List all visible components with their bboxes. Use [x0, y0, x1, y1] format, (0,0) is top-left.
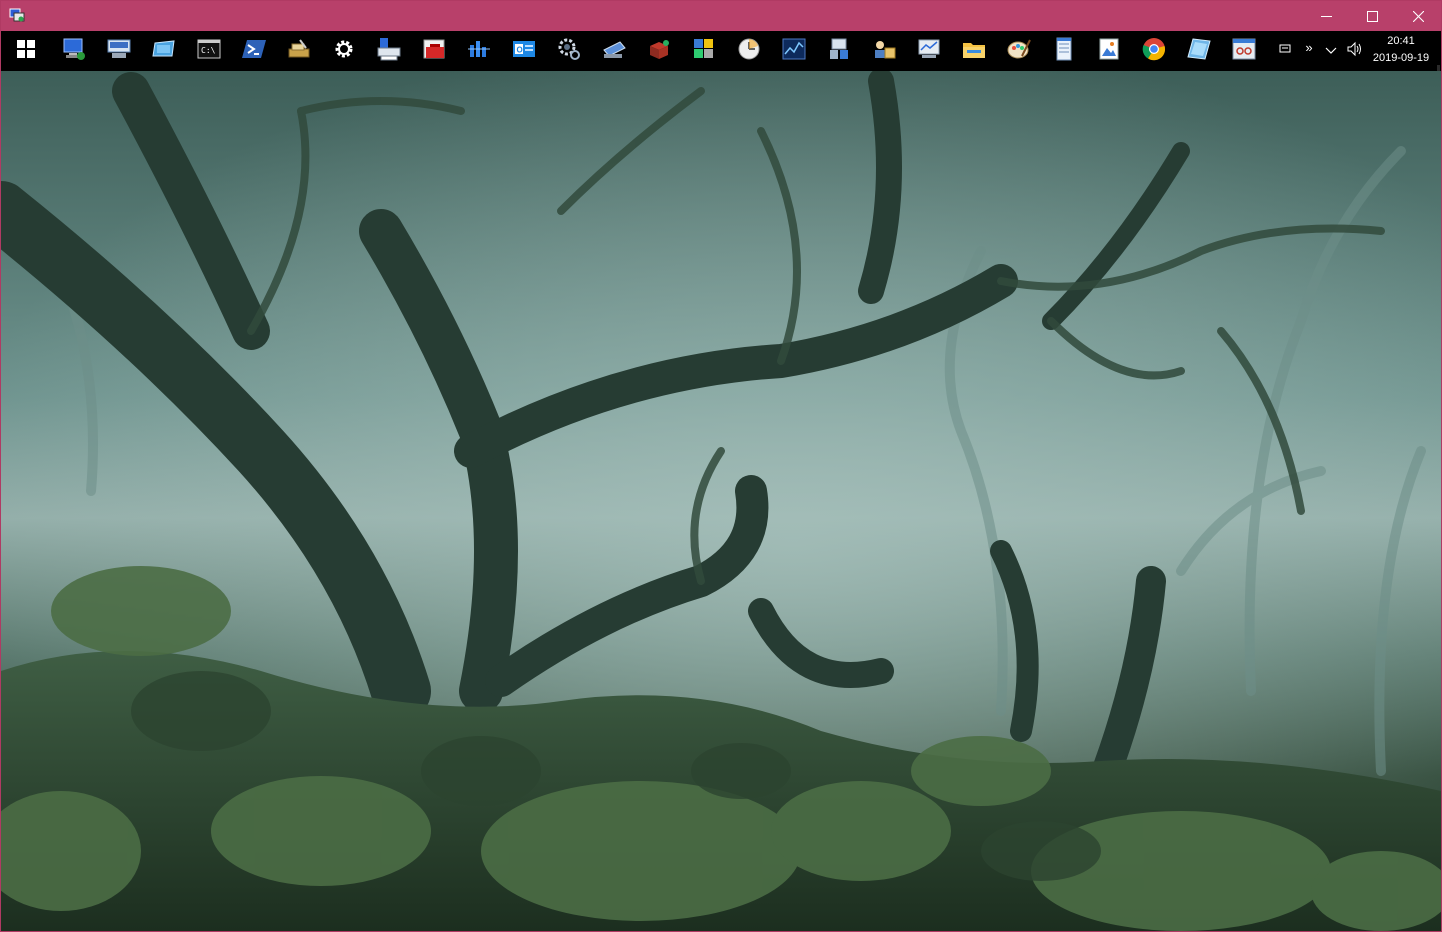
file-explorer-icon: [961, 36, 987, 67]
maximize-button[interactable]: [1349, 1, 1395, 31]
settings-gear-icon: [333, 38, 355, 65]
taskbar-app-device-manager[interactable]: [825, 37, 853, 65]
taskbar-app-explorer[interactable]: [960, 37, 988, 65]
tray-chevron-button[interactable]: [1321, 31, 1341, 71]
notification-icon: [1279, 42, 1291, 60]
toolbox-icon: [421, 36, 447, 67]
app-icon: [9, 7, 25, 23]
registry-icon: [691, 36, 717, 67]
taskbar-clock[interactable]: 20:41 2019-09-19: [1365, 33, 1437, 69]
clock-time: 20:41: [1387, 35, 1415, 47]
overflow-label: »: [1305, 39, 1313, 55]
outlook-icon: O: [511, 36, 537, 67]
scanner-icon: [601, 36, 627, 67]
taskbar-app-services[interactable]: [555, 37, 583, 65]
taskbar-app-notepad[interactable]: [1050, 37, 1078, 65]
taskbar-app-settings[interactable]: [330, 37, 358, 65]
printer-icon: [376, 36, 402, 67]
close-button[interactable]: [1395, 1, 1441, 31]
svg-text:O: O: [517, 45, 523, 54]
taskbar-app-registry[interactable]: [690, 37, 718, 65]
taskbar-app-tools[interactable]: [285, 37, 313, 65]
taskbar-app-snipping[interactable]: [1230, 37, 1258, 65]
forest-wallpaper-image: [1, 71, 1441, 931]
taskbar-app-printer[interactable]: [375, 37, 403, 65]
services-gear-icon: [556, 36, 582, 67]
taskbar-app-performance[interactable]: [780, 37, 808, 65]
minimize-icon: [1320, 11, 1332, 22]
taskbar-app-window[interactable]: [150, 37, 178, 65]
taskbar-app-package[interactable]: [645, 37, 673, 65]
start-button[interactable]: [12, 37, 40, 65]
tray-volume-button[interactable]: [1344, 31, 1366, 71]
close-icon: [1412, 10, 1424, 22]
taskbar-app-users[interactable]: [870, 37, 898, 65]
svg-text:C:\: C:\: [201, 46, 216, 55]
start-windows-icon: [17, 39, 35, 63]
taskbar: C:\ O » 20:41 2019-09-19: [1, 31, 1441, 97]
chrome-icon: [1142, 37, 1166, 66]
picture-viewer-icon: [1096, 36, 1122, 67]
network-icon: [466, 36, 492, 67]
volume-icon: [1347, 41, 1363, 62]
chevron-up-icon: [1325, 42, 1337, 60]
taskbar-app-tablet[interactable]: [1185, 37, 1213, 65]
clock-icon: [736, 36, 762, 67]
taskbar-app-cmd[interactable]: C:\: [195, 37, 223, 65]
taskbar-app-computer[interactable]: [60, 37, 88, 65]
taskbar-app-network[interactable]: [465, 37, 493, 65]
taskbar-app-chrome[interactable]: [1140, 37, 1168, 65]
tablet-icon: [1186, 36, 1212, 67]
device-manager-icon: [826, 36, 852, 67]
performance-monitor-icon: [781, 36, 807, 67]
window-icon: [151, 36, 177, 67]
command-prompt-icon: C:\: [196, 36, 222, 67]
user-accounts-icon: [871, 36, 897, 67]
app-window: C:\ O » 20:41 2019-09-19: [0, 0, 1442, 932]
taskbar-app-powershell[interactable]: [240, 37, 268, 65]
notepad-icon: [1051, 36, 1077, 67]
powershell-icon: [241, 36, 267, 67]
desktop-wallpaper: [1, 71, 1441, 931]
disk-management-icon: [916, 36, 942, 67]
tray-notification[interactable]: [1275, 31, 1295, 71]
taskbar-app-disk[interactable]: [915, 37, 943, 65]
paint-icon: [1006, 36, 1032, 67]
title-bar[interactable]: [1, 1, 1441, 31]
clock-date: 2019-09-19: [1372, 52, 1430, 64]
snipping-tool-icon: [1231, 36, 1257, 67]
taskbar-app-paint[interactable]: [1005, 37, 1033, 65]
taskbar-app-outlook[interactable]: O: [510, 37, 538, 65]
taskbar-app-toolbox[interactable]: [420, 37, 448, 65]
taskbar-app-clock[interactable]: [735, 37, 763, 65]
maximize-icon: [1366, 10, 1378, 22]
taskbar-app-remote-desktop[interactable]: [105, 37, 133, 65]
remote-desktop-icon: [106, 36, 132, 67]
package-icon: [646, 36, 672, 67]
tray-overflow-button[interactable]: »: [1301, 27, 1317, 67]
computer-icon: [61, 36, 87, 67]
taskbar-app-scanner[interactable]: [600, 37, 628, 65]
taskbar-app-pictures[interactable]: [1095, 37, 1123, 65]
tools-icon: [286, 36, 312, 67]
